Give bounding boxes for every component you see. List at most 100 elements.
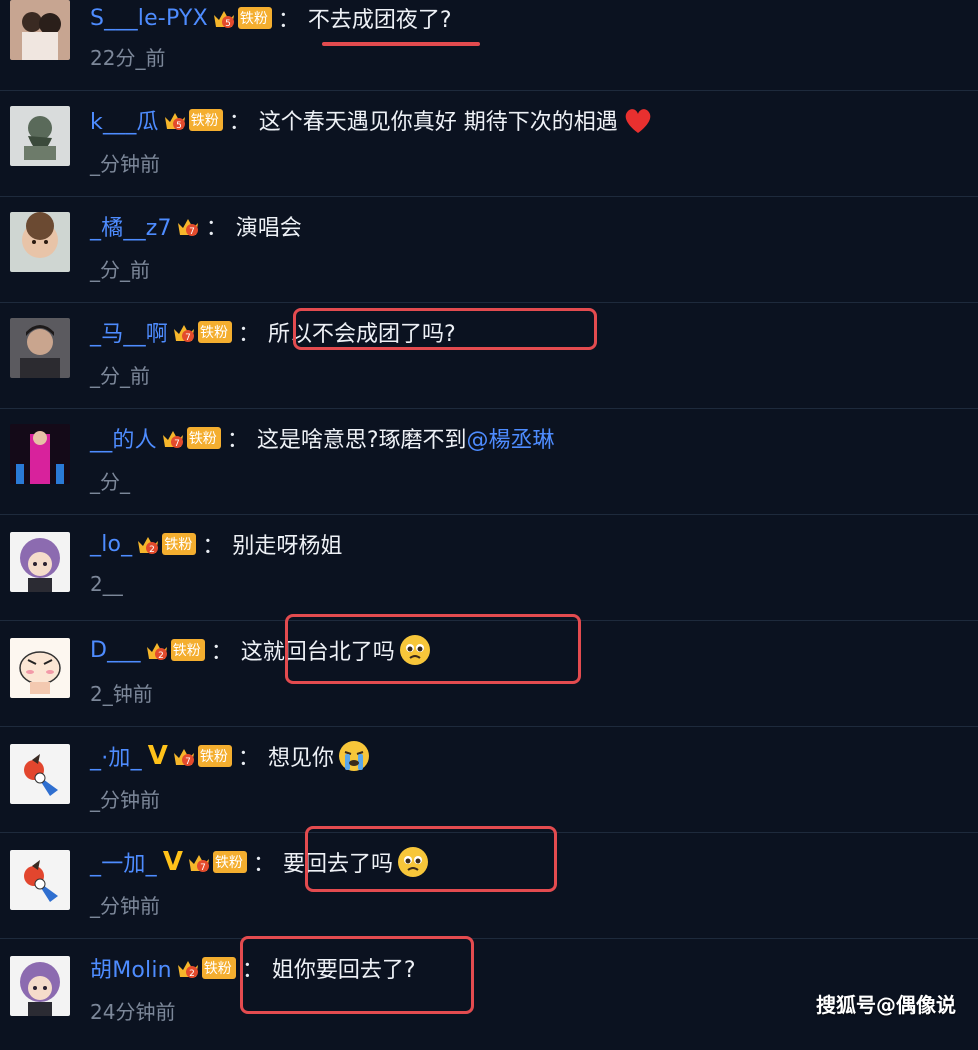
fan-badge: 铁粉 bbox=[212, 851, 247, 873]
crown-icon: 7 bbox=[187, 851, 211, 873]
comment-item: _·加_ V 7 铁粉 ： 想见你 _分钟前 bbox=[0, 732, 978, 838]
colon: ： bbox=[252, 852, 275, 877]
divider bbox=[0, 726, 978, 727]
svg-text:7: 7 bbox=[185, 333, 191, 343]
colon: ： bbox=[277, 8, 300, 33]
avatar[interactable] bbox=[10, 212, 70, 272]
comment-time: 2__ bbox=[90, 572, 123, 596]
username[interactable]: _·加_ bbox=[90, 740, 142, 772]
crown-icon: 7 bbox=[172, 745, 196, 767]
username[interactable]: _一加_ bbox=[90, 846, 157, 878]
crown-icon: 2 bbox=[176, 957, 200, 979]
username[interactable]: __的人 bbox=[90, 422, 157, 454]
svg-text:7: 7 bbox=[189, 227, 195, 237]
comment-time: _分钟前 bbox=[90, 788, 160, 812]
red-underline bbox=[322, 42, 480, 46]
divider bbox=[0, 302, 978, 303]
divider bbox=[0, 408, 978, 409]
colon: ： bbox=[228, 110, 251, 135]
username[interactable]: 胡Molin bbox=[90, 952, 172, 984]
fan-badge: 铁粉 bbox=[197, 745, 232, 767]
username[interactable]: _橘__z7 bbox=[90, 210, 172, 242]
pleading-face-icon bbox=[399, 634, 431, 666]
comment-item: _一加_ V 7 铁粉 ： 要回去了吗 _分钟前 bbox=[0, 826, 978, 944]
username[interactable]: _马__啊 bbox=[90, 316, 168, 348]
crown-icon: 5 bbox=[163, 109, 187, 131]
svg-text:2: 2 bbox=[150, 545, 156, 555]
avatar[interactable] bbox=[10, 638, 70, 698]
avatar[interactable] bbox=[10, 744, 70, 804]
divider bbox=[0, 514, 978, 515]
comment-text: 这是啥意思?琢磨不到 bbox=[256, 428, 467, 453]
svg-text:7: 7 bbox=[174, 439, 180, 449]
divider bbox=[0, 196, 978, 197]
comment-text: 演唱会 bbox=[235, 216, 302, 241]
comment-text: 想见你 bbox=[267, 746, 334, 771]
comment-text: 所以不会成团了吗? bbox=[268, 322, 456, 347]
divider bbox=[0, 90, 978, 91]
fan-badge: 铁粉 bbox=[237, 7, 272, 29]
mention-link[interactable]: @楊丞琳 bbox=[467, 422, 555, 454]
comment-text: 姐你要回去了? bbox=[271, 958, 416, 983]
colon: ： bbox=[238, 322, 261, 347]
avatar[interactable] bbox=[10, 106, 70, 166]
colon: ： bbox=[226, 428, 249, 453]
divider bbox=[0, 620, 978, 621]
comment-feed: S___le-PYX 5 铁粉 ： 不去成团夜了? 22分_前 k___瓜 5 … bbox=[0, 0, 978, 1028]
comment-item: _马__啊 7 铁粉 ： 所以不会成团了吗? _分_前 bbox=[0, 308, 978, 414]
username[interactable]: _lo_ bbox=[90, 532, 132, 557]
fan-badge: 铁粉 bbox=[162, 533, 197, 555]
comment-item: __的人 7 铁粉 ： 这是啥意思?琢磨不到 @楊丞琳 _分_ bbox=[0, 414, 978, 520]
verified-v-icon: V bbox=[147, 741, 168, 771]
comment-text: 这就回台北了吗 bbox=[240, 640, 395, 665]
fan-badge: 铁粉 bbox=[188, 109, 223, 131]
comment-time: 24分钟前 bbox=[90, 1000, 176, 1024]
crown-icon: 2 bbox=[136, 533, 160, 555]
comment-text: 不去成团夜了? bbox=[307, 8, 452, 33]
svg-text:2: 2 bbox=[158, 651, 164, 661]
colon: ： bbox=[241, 958, 264, 983]
svg-text:7: 7 bbox=[200, 863, 206, 873]
watermark: 搜狐号@偶像说 bbox=[816, 993, 956, 1017]
avatar[interactable] bbox=[10, 0, 70, 60]
colon: ： bbox=[205, 216, 228, 241]
comment-item: D___ 2 铁粉 ： 这就回台北了吗 2_钟前 bbox=[0, 614, 978, 732]
comment-time: 22分_前 bbox=[90, 46, 166, 70]
divider bbox=[0, 938, 978, 939]
comment-item: S___le-PYX 5 铁粉 ： 不去成团夜了? 22分_前 bbox=[0, 0, 978, 98]
crying-face-icon bbox=[338, 740, 370, 772]
verified-v-icon: V bbox=[162, 847, 183, 877]
crown-icon: 7 bbox=[176, 215, 200, 237]
colon: ： bbox=[210, 640, 233, 665]
avatar[interactable] bbox=[10, 318, 70, 378]
comment-item: k___瓜 5 铁粉 ： 这个春天遇见你真好 期待下次的相遇 _分钟前 bbox=[0, 96, 978, 202]
heart-icon bbox=[622, 104, 654, 136]
divider bbox=[0, 832, 978, 833]
comment-time: _分钟前 bbox=[90, 894, 160, 918]
colon: ： bbox=[237, 746, 260, 771]
svg-text:7: 7 bbox=[185, 757, 191, 767]
avatar[interactable] bbox=[10, 424, 70, 484]
username[interactable]: D___ bbox=[90, 638, 141, 663]
username[interactable]: k___瓜 bbox=[90, 104, 159, 136]
comment-item: _橘__z7 7 ： 演唱会 _分_前 bbox=[0, 202, 978, 308]
fan-badge: 铁粉 bbox=[186, 427, 221, 449]
comment-text: 要回去了吗 bbox=[282, 852, 393, 877]
comment-text: 别走呀杨姐 bbox=[232, 534, 343, 559]
fan-badge: 铁粉 bbox=[201, 957, 236, 979]
crown-icon: 5 bbox=[212, 7, 236, 29]
username[interactable]: S___le-PYX bbox=[90, 6, 208, 31]
pleading-face-icon bbox=[397, 846, 429, 878]
comment-time: _分_前 bbox=[90, 258, 150, 282]
comment-item: _lo_ 2 铁粉 ： 别走呀杨姐 2__ bbox=[0, 520, 978, 626]
fan-badge: 铁粉 bbox=[170, 639, 205, 661]
comment-time: _分_前 bbox=[90, 364, 150, 388]
colon: ： bbox=[202, 534, 225, 559]
avatar[interactable] bbox=[10, 532, 70, 592]
crown-icon: 7 bbox=[161, 427, 185, 449]
avatar[interactable] bbox=[10, 850, 70, 910]
comment-time: 2_钟前 bbox=[90, 682, 153, 706]
crown-icon: 2 bbox=[145, 639, 169, 661]
svg-text:5: 5 bbox=[225, 19, 231, 29]
avatar[interactable] bbox=[10, 956, 70, 1016]
